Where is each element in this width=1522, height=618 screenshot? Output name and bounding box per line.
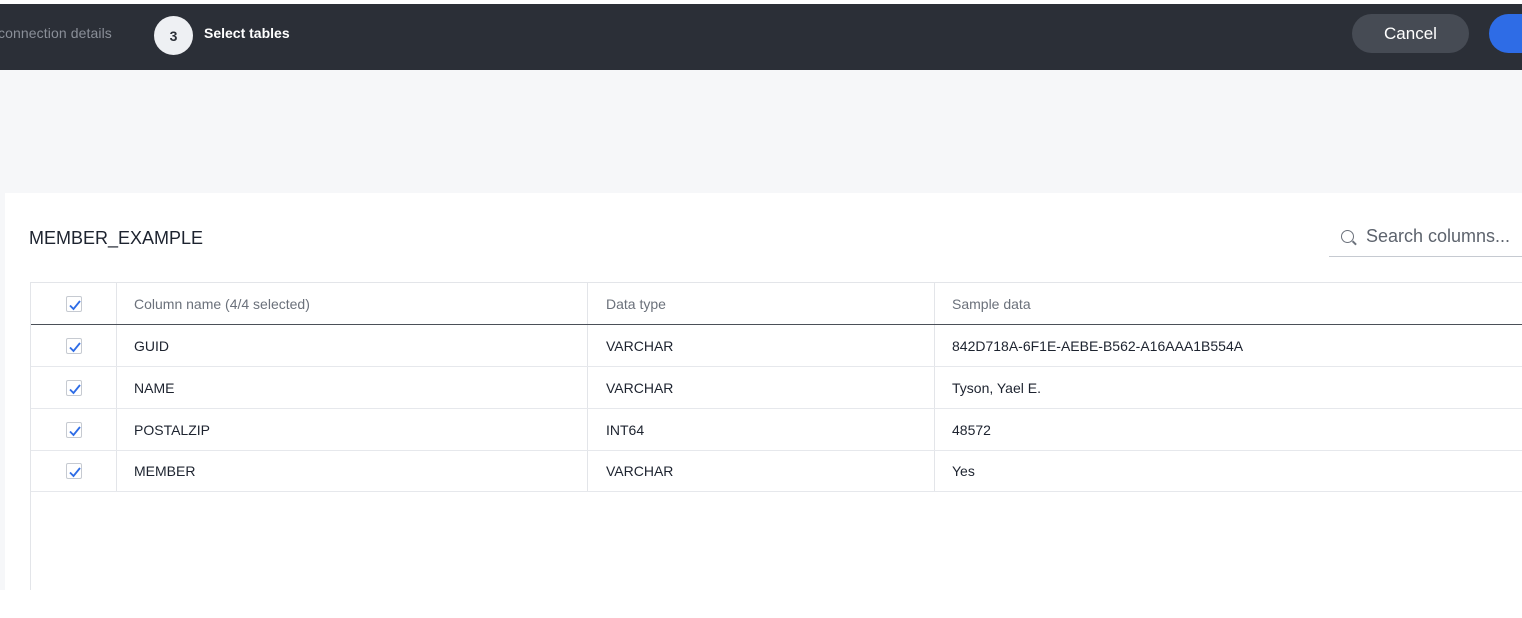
select-all-checkbox[interactable] bbox=[65, 295, 82, 312]
table-row[interactable]: NAME VARCHAR Tyson, Yael E. bbox=[31, 367, 1522, 409]
row-checkbox-cell bbox=[31, 367, 117, 408]
table-title: MEMBER_EXAMPLE bbox=[29, 228, 204, 248]
row-checkbox-cell bbox=[31, 451, 117, 491]
columns-table: Column name (4/4 selected) Data type Sam… bbox=[30, 282, 1522, 590]
cancel-button[interactable]: Cancel bbox=[1352, 14, 1469, 53]
column-name-cell: MEMBER bbox=[117, 451, 588, 491]
row-checkbox-cell bbox=[31, 325, 117, 366]
next-button[interactable] bbox=[1489, 14, 1522, 53]
page-background-strip bbox=[0, 193, 5, 590]
table-row[interactable]: POSTALZIP INT64 48572 bbox=[31, 409, 1522, 451]
column-name-cell: POSTALZIP bbox=[117, 409, 588, 450]
column-name-cell: GUID bbox=[117, 325, 588, 366]
checkmark-icon bbox=[68, 383, 81, 394]
top-bar: connection details 3 Select tables Cance… bbox=[0, 4, 1522, 70]
search-placeholder: Search columns... bbox=[1366, 226, 1511, 246]
search-icon bbox=[1341, 230, 1354, 243]
row-checkbox[interactable] bbox=[65, 379, 82, 396]
row-checkbox[interactable] bbox=[65, 337, 82, 354]
select-all-cell bbox=[31, 283, 117, 324]
checkmark-icon bbox=[68, 467, 81, 478]
step-connection-details[interactable]: connection details bbox=[0, 25, 112, 41]
sample-data-cell: Yes bbox=[952, 463, 975, 479]
step-select-tables: Select tables bbox=[204, 25, 290, 41]
table-header-row: Column name (4/4 selected) Data type Sam… bbox=[31, 282, 1522, 325]
header-data-type[interactable]: Data type bbox=[588, 283, 935, 324]
sample-data-cell: 842D718A-6F1E-AEBE-B562-A16AAA1B554A bbox=[952, 337, 1244, 354]
sample-data-cell: Tyson, Yael E. bbox=[952, 379, 1041, 396]
step-number-badge: 3 bbox=[154, 16, 193, 55]
column-name-cell: NAME bbox=[117, 367, 588, 408]
data-type-cell: VARCHAR bbox=[588, 451, 935, 491]
row-checkbox[interactable] bbox=[65, 421, 82, 438]
checkmark-icon bbox=[68, 299, 81, 310]
header-sample-data[interactable]: Sample data bbox=[935, 283, 1522, 324]
row-checkbox-cell bbox=[31, 409, 117, 450]
data-type-cell: VARCHAR bbox=[588, 325, 935, 366]
search-columns-input[interactable]: Search columns... bbox=[1329, 219, 1522, 257]
page-background-band bbox=[0, 70, 1522, 193]
data-type-cell: VARCHAR bbox=[588, 367, 935, 408]
checkmark-icon bbox=[68, 341, 81, 352]
table-row[interactable]: MEMBER VARCHAR Yes bbox=[31, 451, 1522, 492]
row-checkbox[interactable] bbox=[65, 463, 82, 479]
header-column-name[interactable]: Column name (4/4 selected) bbox=[117, 283, 588, 324]
data-type-cell: INT64 bbox=[588, 409, 935, 450]
table-row[interactable]: GUID VARCHAR 842D718A-6F1E-AEBE-B562-A16… bbox=[31, 325, 1522, 367]
checkmark-icon bbox=[68, 425, 81, 436]
sample-data-cell: 48572 bbox=[952, 421, 991, 438]
